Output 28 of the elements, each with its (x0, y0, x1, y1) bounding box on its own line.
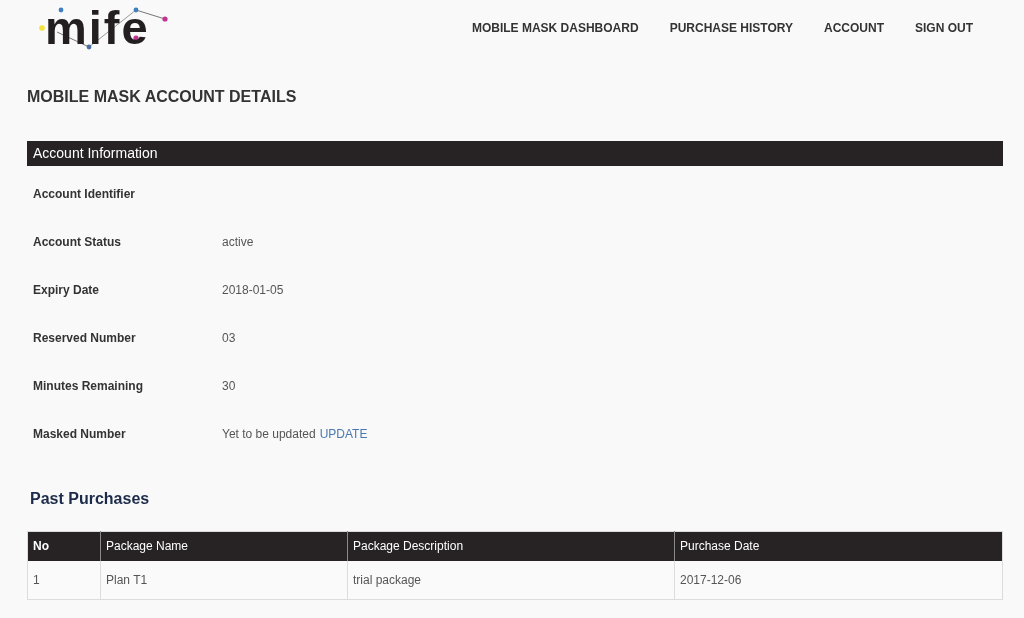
field-label: Expiry Date (33, 283, 100, 297)
field-value: 2018-01-05 (222, 283, 284, 297)
column-header: Package Description (347, 531, 675, 561)
field-label: Account Identifier (33, 187, 135, 201)
field-value: active (222, 235, 254, 249)
column-header: Package Name (100, 531, 348, 561)
nav-link[interactable]: ACCOUNT (824, 21, 884, 35)
field-label: Reserved Number (33, 331, 136, 345)
table-cell: trial package (347, 560, 675, 600)
field-label: Minutes Remaining (33, 379, 143, 393)
field-value: Yet to be updated (222, 427, 316, 441)
field-value: 03 (222, 331, 236, 345)
nav-link[interactable]: SIGN OUT (915, 21, 973, 35)
section-title: Past Purchases (30, 489, 150, 509)
field-value: 30 (222, 379, 236, 393)
section-heading: Account Information (27, 141, 1003, 166)
column-header: No (27, 531, 101, 561)
page-title: MOBILE MASK ACCOUNT DETAILS (27, 87, 297, 107)
nav-link[interactable]: PURCHASE HISTORY (669, 21, 793, 35)
table-cell: 2017-12-06 (674, 560, 1003, 600)
table-cell: 1 (27, 560, 101, 600)
update-link[interactable]: UPDATE (319, 427, 368, 441)
nav-link[interactable]: MOBILE MASK DASHBOARD (471, 21, 639, 35)
table-cell: Plan T1 (100, 560, 348, 600)
column-header: Purchase Date (674, 531, 1003, 561)
field-label: Account Status (33, 235, 121, 249)
logo-wordmark[interactable]: mife (45, 5, 150, 51)
field-label: Masked Number (33, 427, 126, 441)
